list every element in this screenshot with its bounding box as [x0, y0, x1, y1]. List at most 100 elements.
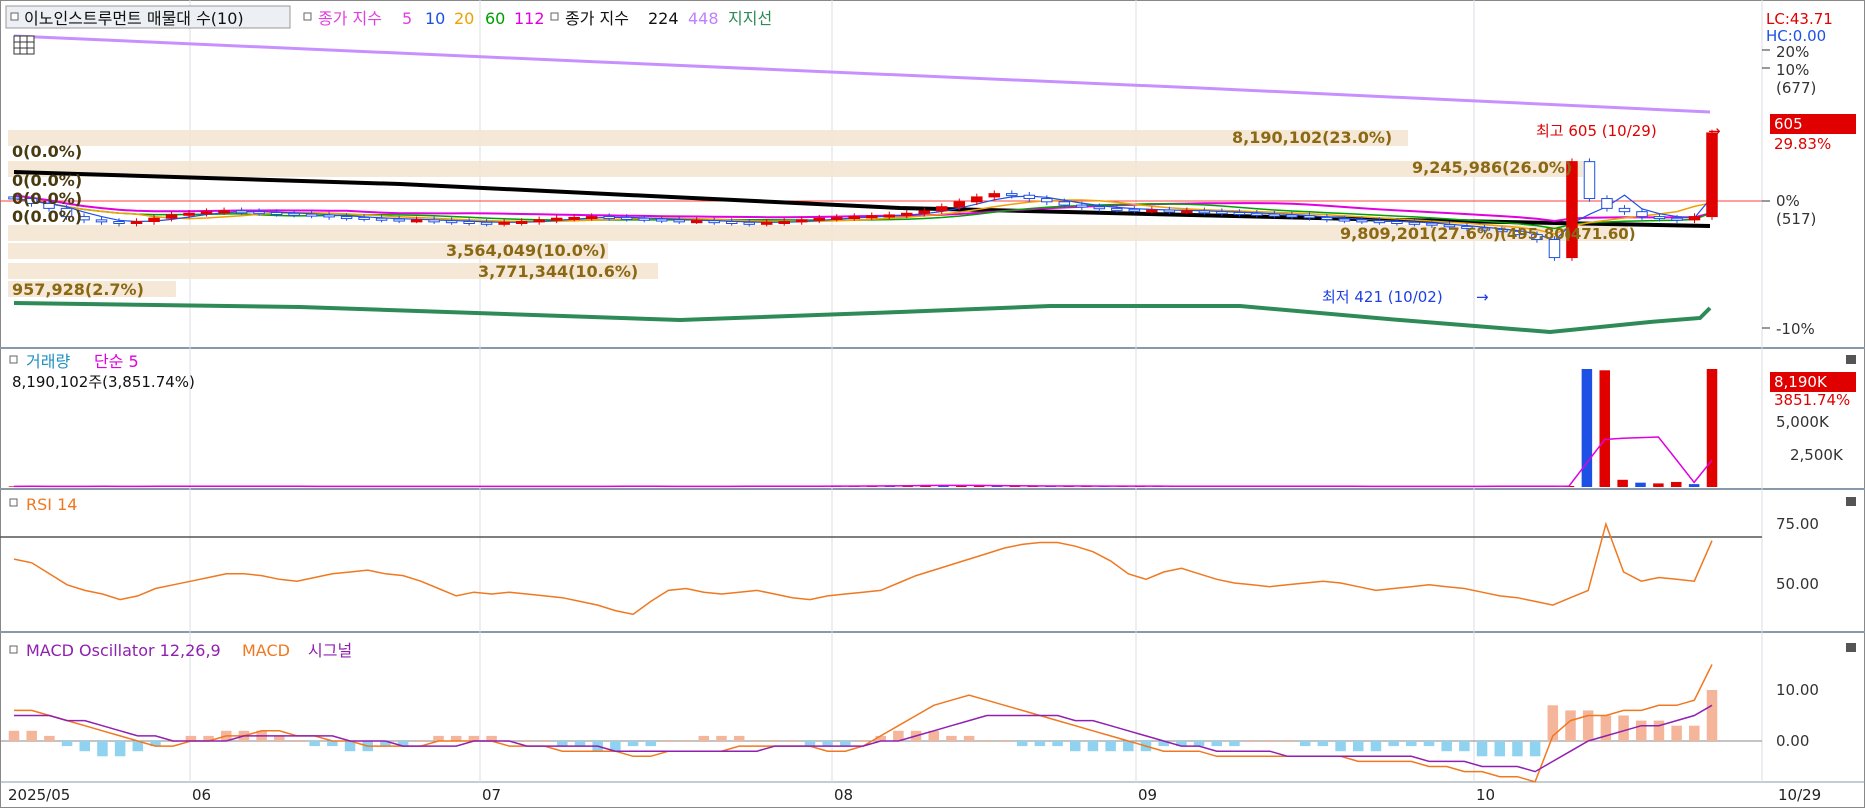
candle-body — [1216, 211, 1228, 215]
macd-osc-bar — [1370, 741, 1382, 752]
price-badge-text: 605 — [1774, 115, 1803, 133]
candle-body — [550, 217, 563, 221]
x-tick-label: 2025/05 — [8, 786, 70, 804]
table-icon[interactable] — [13, 35, 35, 55]
macd-osc-bar — [1494, 741, 1506, 757]
candle-body — [165, 214, 178, 219]
candle-body — [708, 220, 720, 224]
high-arrow-icon: → — [1708, 122, 1721, 140]
pane-close-icon[interactable] — [1846, 643, 1856, 652]
candle-body — [323, 214, 335, 218]
candle-body — [130, 221, 143, 224]
x-tick-label: 10 — [1476, 786, 1495, 804]
legend-ma20: 20 — [454, 9, 474, 28]
candle-body — [690, 220, 703, 224]
candle-body — [498, 221, 510, 225]
volume-profile-label: 3,564,049(10.0%) — [446, 241, 606, 260]
candle-body — [480, 221, 493, 225]
macd-osc-bar — [1264, 741, 1276, 742]
macd-osc-bar — [415, 741, 427, 742]
candle-body — [743, 221, 755, 225]
macd-osc-bar — [1299, 741, 1311, 747]
macd-osc-bar — [557, 741, 568, 747]
axis-tick-20pct: 20% — [1776, 43, 1809, 61]
macd-tick-10: 10.00 — [1776, 681, 1819, 699]
volume-profile-label: 0(0.0%) — [12, 207, 82, 226]
volume-title: 거래량 — [26, 352, 70, 371]
macd-osc-bar — [61, 741, 73, 747]
legend-toggle-icon[interactable] — [9, 355, 18, 364]
volume-profile-label: 0(0.0%) — [12, 171, 82, 190]
macd-osc-bar — [1441, 741, 1452, 752]
candle-body — [813, 217, 825, 221]
candle-body — [1671, 217, 1683, 221]
candle-body — [1076, 204, 1088, 208]
macd-osc-bar — [1335, 741, 1346, 752]
candle-body — [235, 210, 248, 214]
macd-osc-bar — [114, 741, 126, 757]
macd-osc-bar — [1087, 741, 1099, 752]
legend-toggle-icon[interactable] — [550, 12, 559, 21]
candle-body — [866, 215, 878, 219]
change-pct: 29.83% — [1774, 135, 1831, 153]
macd-osc-bar — [1653, 720, 1665, 741]
volume-profile-band — [8, 130, 1408, 146]
candle-body — [288, 212, 300, 216]
volume-badge-pct: 3851.74% — [1774, 391, 1850, 409]
candle-body — [1706, 132, 1718, 218]
macd-osc-bar — [663, 741, 674, 742]
macd-tick-0: 0.00 — [1776, 732, 1809, 750]
macd-osc-bar — [769, 741, 780, 742]
legend-toggle-icon[interactable] — [9, 645, 18, 654]
candle-body — [1041, 198, 1053, 203]
candle-body — [1128, 208, 1141, 212]
candle-body — [1268, 213, 1281, 217]
candle-body — [428, 219, 440, 223]
macd-osc-bar — [539, 741, 550, 742]
x-last-label: 10/29 — [1778, 786, 1821, 804]
candle-body — [1233, 211, 1246, 215]
macd-osc-bar — [751, 741, 763, 742]
volume-profile-label: 957,928(2.7%) — [12, 280, 144, 299]
candle-body — [1251, 212, 1263, 216]
candle-body — [375, 217, 388, 221]
legend-toggle-icon[interactable] — [303, 12, 312, 21]
signal-series-label: 시그널 — [308, 641, 352, 660]
macd-osc-bar — [291, 741, 303, 742]
candle-body — [1688, 216, 1701, 221]
axis-tick-677: (677) — [1776, 79, 1816, 97]
macd-osc-bar — [274, 735, 285, 741]
volume-profile-label: 0(0.0%) — [12, 142, 82, 161]
axis-tick-minus10pct: -10% — [1776, 320, 1815, 338]
volume-tick-5000k: 5,000K — [1776, 413, 1830, 431]
candle-body — [568, 216, 580, 220]
stock-chart-window: 8,190,102(23.0%) 9,245,986(26.0%) 9,809,20… — [0, 0, 1865, 808]
axis-tick-517: (517) — [1776, 210, 1816, 228]
candle-body — [253, 211, 265, 215]
legend-support: 지지선 — [728, 9, 772, 28]
macd-series-label: MACD — [242, 641, 290, 660]
candle-body — [1338, 218, 1351, 222]
candle-body — [1286, 214, 1298, 218]
macd-osc-bar — [1689, 725, 1700, 741]
legend-ma112: 112 — [514, 9, 545, 28]
legend-toggle-icon[interactable] — [9, 498, 18, 507]
pane-close-icon[interactable] — [1846, 355, 1856, 364]
candle-body — [655, 218, 668, 222]
candle-body — [988, 193, 1001, 198]
candle-body — [1321, 216, 1333, 220]
volume-profile-label: 0(0.0%) — [12, 189, 82, 208]
macd-osc-bar — [1706, 690, 1718, 741]
legend-toggle-icon[interactable] — [10, 12, 19, 21]
legend-main-title: 이노인스트루먼트 매물대 수(10) — [24, 9, 244, 28]
pane-close-icon[interactable] — [1846, 497, 1856, 506]
macd-osc-bar — [1352, 741, 1364, 752]
chart-canvas[interactable]: 8,190,102(23.0%) 9,245,986(26.0%) 9,809,20… — [0, 0, 1865, 808]
macd-osc-bar — [44, 735, 55, 741]
macd-osc-bar — [1052, 741, 1063, 747]
legend-ma5: 5 — [402, 9, 412, 28]
macd-osc-bar — [1016, 741, 1028, 747]
macd-osc-bar — [1565, 710, 1576, 741]
lc-readout: LC:43.71 — [1766, 10, 1833, 28]
candle-body — [883, 214, 896, 218]
